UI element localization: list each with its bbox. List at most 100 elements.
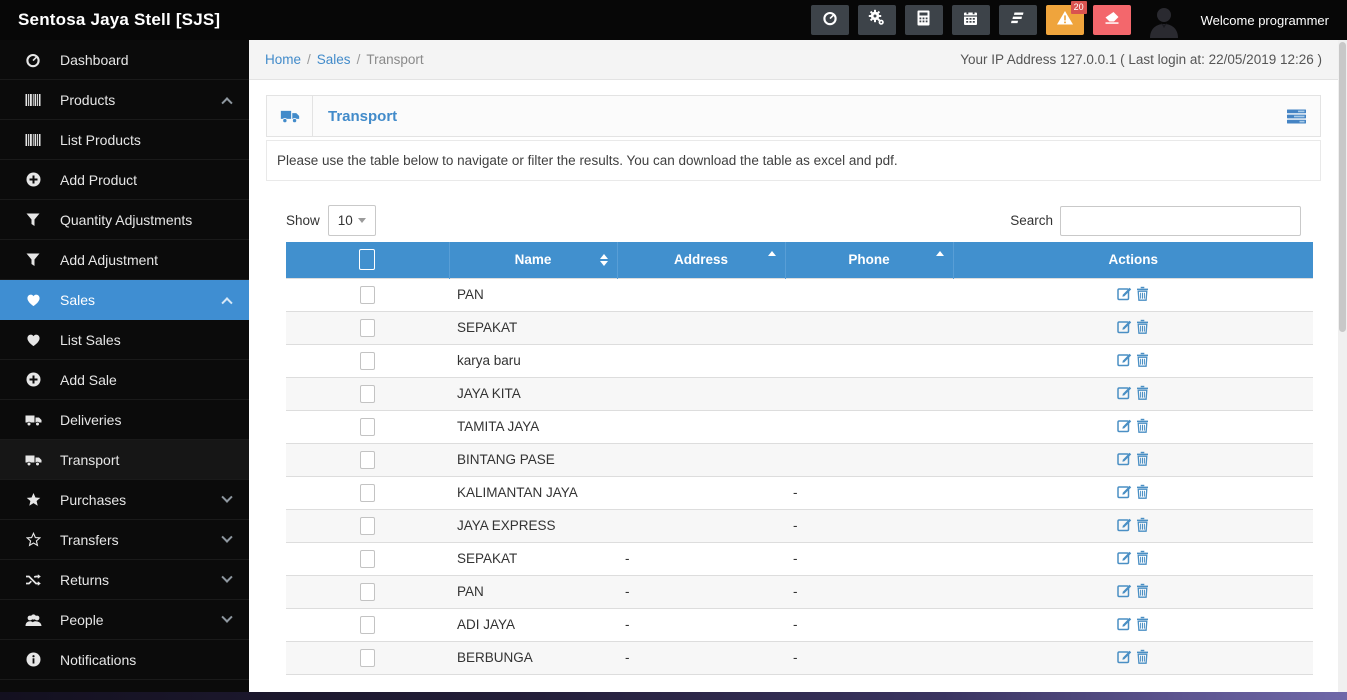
truck-icon — [267, 96, 313, 136]
delete-icon[interactable] — [1136, 583, 1149, 598]
sidebar-item-purchases[interactable]: Purchases — [0, 480, 249, 520]
sidebar-item-returns[interactable]: Returns — [0, 560, 249, 600]
edit-icon[interactable] — [1117, 649, 1132, 664]
truck-icon — [21, 413, 45, 427]
scrollbar-thumb[interactable] — [1339, 42, 1346, 332]
edit-icon[interactable] — [1117, 484, 1132, 499]
sidebar-item-products[interactable]: Products — [0, 80, 249, 120]
row-checkbox[interactable] — [360, 319, 375, 337]
cell-phone: - — [785, 509, 953, 542]
sidebar-item-add-adjustment[interactable]: Add Adjustment — [0, 240, 249, 280]
delete-icon[interactable] — [1136, 451, 1149, 466]
edit-icon[interactable] — [1117, 550, 1132, 565]
sidebar-item-label: Deliveries — [60, 412, 121, 428]
dashboard-shortcut-button[interactable] — [811, 5, 849, 35]
edit-icon[interactable] — [1117, 352, 1132, 367]
row-checkbox[interactable] — [360, 583, 375, 601]
row-checkbox[interactable] — [360, 418, 375, 436]
css-shortcut-button[interactable] — [999, 5, 1037, 35]
edit-icon[interactable] — [1117, 616, 1132, 631]
table-row: PAN - - — [286, 575, 1313, 608]
cell-address: - — [617, 641, 785, 674]
user-avatar[interactable] — [1146, 2, 1182, 38]
caret-down-icon — [358, 218, 366, 223]
warnings-button[interactable]: 20 — [1046, 5, 1084, 35]
row-select-cell — [286, 509, 449, 542]
cell-actions — [953, 509, 1313, 542]
css3-icon — [1010, 10, 1026, 31]
tasks-icon[interactable] — [1286, 108, 1307, 125]
page-length-select[interactable]: 10 — [328, 205, 376, 236]
row-checkbox[interactable] — [360, 649, 375, 667]
edit-icon[interactable] — [1117, 451, 1132, 466]
delete-icon[interactable] — [1136, 418, 1149, 433]
row-checkbox[interactable] — [360, 484, 375, 502]
edit-icon[interactable] — [1117, 319, 1132, 334]
delete-icon[interactable] — [1136, 352, 1149, 367]
table-row: JAYA KITA — [286, 377, 1313, 410]
sidebar-item-add-sale[interactable]: Add Sale — [0, 360, 249, 400]
sidebar-item-list-sales[interactable]: List Sales — [0, 320, 249, 360]
users-icon — [21, 613, 45, 627]
search-input[interactable] — [1060, 206, 1301, 236]
edit-icon[interactable] — [1117, 385, 1132, 400]
delete-icon[interactable] — [1136, 484, 1149, 499]
sidebar-item-transfers[interactable]: Transfers — [0, 520, 249, 560]
star-outline-icon — [21, 532, 45, 547]
sidebar-item-quantity-adjustments[interactable]: Quantity Adjustments — [0, 200, 249, 240]
row-select-cell — [286, 575, 449, 608]
row-checkbox[interactable] — [360, 517, 375, 535]
delete-icon[interactable] — [1136, 550, 1149, 565]
delete-icon[interactable] — [1136, 385, 1149, 400]
column-header-phone[interactable]: Phone — [785, 242, 953, 278]
edit-icon[interactable] — [1117, 583, 1132, 598]
page-scrollbar[interactable] — [1338, 40, 1347, 692]
sort-asc-icon — [768, 251, 776, 256]
sidebar-item-dashboard[interactable]: Dashboard — [0, 40, 249, 80]
sidebar-item-sales[interactable]: Sales — [0, 280, 249, 320]
delete-icon[interactable] — [1136, 517, 1149, 532]
select-all-header[interactable] — [286, 242, 449, 278]
edit-icon[interactable] — [1117, 517, 1132, 532]
row-checkbox[interactable] — [360, 616, 375, 634]
row-checkbox[interactable] — [360, 352, 375, 370]
table-row: BERKAT JAYA - - — [286, 674, 1313, 678]
settings-shortcut-button[interactable] — [858, 5, 896, 35]
cell-actions — [953, 608, 1313, 641]
calculator-shortcut-button[interactable] — [905, 5, 943, 35]
cell-phone — [785, 278, 953, 311]
cell-phone: - — [785, 542, 953, 575]
delete-icon[interactable] — [1136, 286, 1149, 301]
cell-address — [617, 443, 785, 476]
cell-name: KALIMANTAN JAYA — [449, 476, 617, 509]
column-header-name[interactable]: Name — [449, 242, 617, 278]
row-checkbox[interactable] — [360, 385, 375, 403]
calendar-shortcut-button[interactable] — [952, 5, 990, 35]
sidebar-item-deliveries[interactable]: Deliveries — [0, 400, 249, 440]
cell-address — [617, 476, 785, 509]
column-header-address[interactable]: Address — [617, 242, 785, 278]
delete-icon[interactable] — [1136, 319, 1149, 334]
sidebar-item-notifications[interactable]: Notifications — [0, 640, 249, 680]
sidebar-item-list-products[interactable]: List Products — [0, 120, 249, 160]
edit-icon[interactable] — [1117, 418, 1132, 433]
cell-phone: - — [785, 575, 953, 608]
sidebar-item-add-product[interactable]: Add Product — [0, 160, 249, 200]
sidebar-item-label: List Sales — [60, 332, 121, 348]
row-checkbox[interactable] — [360, 286, 375, 304]
panel-header: Transport — [266, 95, 1321, 137]
edit-icon[interactable] — [1117, 286, 1132, 301]
row-checkbox[interactable] — [360, 550, 375, 568]
clear-button[interactable] — [1093, 5, 1131, 35]
delete-icon[interactable] — [1136, 616, 1149, 631]
table-row: ADI JAYA - - — [286, 608, 1313, 641]
sidebar-item-people[interactable]: People — [0, 600, 249, 640]
breadcrumb-home-link[interactable]: Home — [265, 52, 301, 67]
select-all-checkbox[interactable] — [359, 249, 375, 270]
delete-icon[interactable] — [1136, 649, 1149, 664]
cell-name: TAMITA JAYA — [449, 410, 617, 443]
table-section: Show 10 Search Name — [266, 205, 1321, 678]
breadcrumb-sales-link[interactable]: Sales — [317, 52, 351, 67]
sidebar-item-transport[interactable]: Transport — [0, 440, 249, 480]
row-checkbox[interactable] — [360, 451, 375, 469]
